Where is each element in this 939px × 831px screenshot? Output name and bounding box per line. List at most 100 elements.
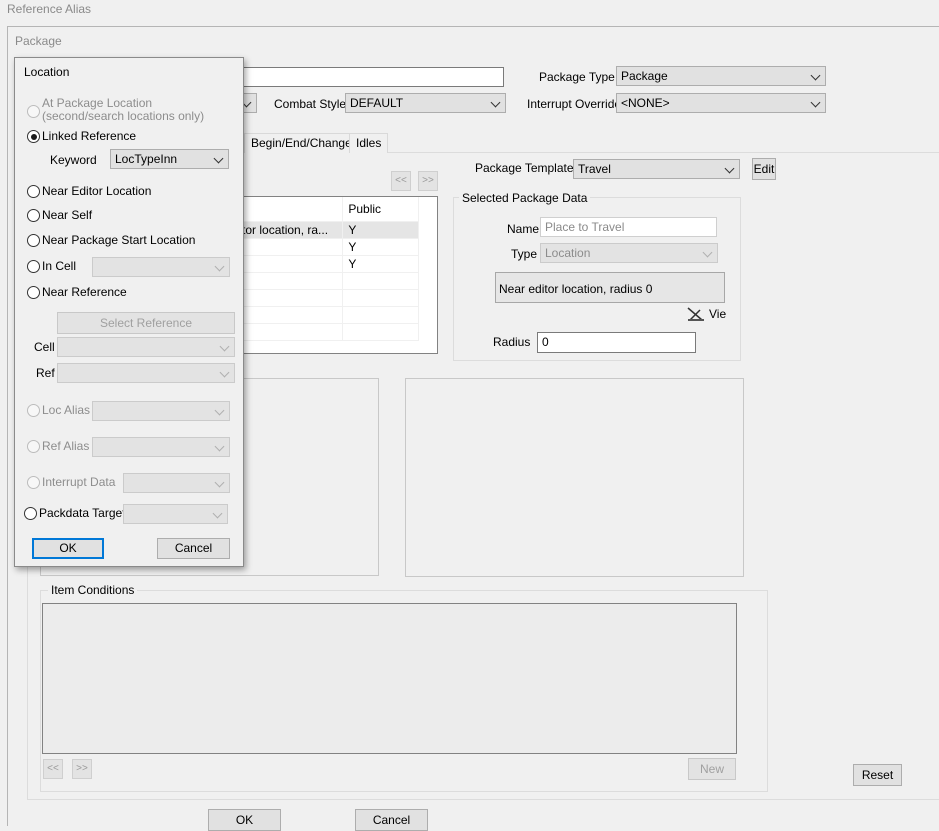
chevron-down-icon [212,508,223,519]
cell-select[interactable] [57,337,235,357]
package-id-field[interactable] [237,67,504,87]
ref-select[interactable] [57,363,235,383]
combat-style-select[interactable]: DEFAULT [345,93,506,113]
prev-data-button[interactable]: << [391,171,411,191]
near-editor-location-label: Near Editor Location [42,184,152,198]
at-package-location-label: At Package Location (second/search locat… [42,97,204,123]
radio-ref-alias[interactable] [27,440,40,453]
next-data-button[interactable]: >> [418,171,438,191]
package-template-select[interactable]: Travel [573,159,740,179]
chevron-down-icon [810,70,821,81]
type-select[interactable]: Location [540,243,718,263]
chevron-down-icon [810,97,821,108]
combat-style-value: DEFAULT [350,96,404,110]
in-cell-select[interactable] [92,257,230,277]
chevron-down-icon [702,247,713,258]
location-summary[interactable]: Near editor location, radius 0 [495,272,725,303]
chevron-down-icon [214,477,225,488]
ref-alias-select[interactable] [92,437,230,457]
chevron-down-icon [490,97,501,108]
keyword-value: LocTypeInn [115,152,178,166]
package-cancel-button[interactable]: Cancel [355,809,428,831]
interrupt-data-label: Interrupt Data [42,475,116,489]
view-button-label: Vie [709,307,727,321]
radio-near-package-start[interactable] [27,234,40,247]
in-cell-label: In Cell [42,259,77,273]
item-conditions-list[interactable] [42,603,737,754]
package-template-label: Package Template [475,161,574,175]
cell-label: Cell [34,340,55,354]
location-dialog: Location At Package Location (second/sea… [14,57,244,567]
package-type-label: Package Type [539,70,615,84]
table-row[interactable]: editor location, ra... Y [221,221,419,239]
near-self-label: Near Self [42,208,93,222]
combat-style-label: Combat Style [274,97,347,111]
table-row [221,306,419,324]
interrupt-override-label: Interrupt Override [527,97,622,111]
radio-near-reference[interactable] [27,286,40,299]
table-row [221,323,419,341]
loc-alias-select[interactable] [92,401,230,421]
table-cell-public: Y [342,238,419,256]
ref-alias-label: Ref Alias [42,439,90,453]
reset-button[interactable]: Reset [853,764,902,786]
dialog-ok-button[interactable]: OK [32,538,104,559]
item-conditions-next-button[interactable]: >> [72,759,92,779]
tab-begin-end-change[interactable]: Begin/End/Change [244,133,359,153]
keyword-label: Keyword [50,153,97,167]
chevron-down-icon [724,163,735,174]
loc-alias-label: Loc Alias [42,403,91,417]
interrupt-override-select[interactable]: <NONE> [616,93,826,113]
chevron-down-icon [213,153,224,164]
interrupt-data-select[interactable] [123,473,230,493]
interrupt-override-value: <NONE> [621,96,670,110]
at-package-location-line2: (second/search locations only) [42,109,205,123]
radio-at-package-location[interactable] [27,105,40,118]
linked-reference-label: Linked Reference [42,129,137,143]
table-row [221,272,419,290]
view-button[interactable]: Vie [686,306,726,322]
radio-in-cell[interactable] [27,260,40,273]
column-header-public[interactable]: Public [342,197,419,222]
select-reference-button[interactable]: Select Reference [57,312,235,334]
radio-packdata-target[interactable] [24,507,37,520]
table-cell-public: Y [342,255,419,273]
reference-alias-title: Reference Alias [7,2,92,16]
dialog-cancel-button[interactable]: Cancel [157,538,230,559]
edit-template-button[interactable]: Edit [752,158,776,180]
table-row [221,289,419,307]
chevron-down-icon [219,341,230,352]
name-field[interactable]: Place to Travel [540,217,717,237]
type-label: Type [511,247,538,261]
name-label: Name [507,222,540,236]
conditions-panel-right [405,378,744,577]
package-data-list[interactable]: e Public editor location, ra... Y Y Y [220,196,438,354]
keyword-select[interactable]: LocTypeInn [110,149,229,169]
new-condition-button[interactable]: New [688,758,736,780]
type-value: Location [545,246,591,260]
radio-loc-alias[interactable] [27,404,40,417]
item-conditions-prev-button[interactable]: << [43,759,63,779]
chevron-down-icon [214,441,225,452]
radius-field[interactable]: 0 [537,332,696,353]
near-package-start-label: Near Package Start Location [42,233,196,247]
location-dialog-title: Location [24,65,70,79]
table-row[interactable]: Y [221,238,419,256]
radio-interrupt-data[interactable] [27,476,40,489]
package-type-value: Package [621,69,668,83]
package-type-select[interactable]: Package [616,66,826,86]
radio-near-editor-location[interactable] [27,185,40,198]
view-icon [687,307,704,321]
packdata-target-select[interactable] [123,504,228,524]
chevron-down-icon [214,261,225,272]
tab-idles[interactable]: Idles [349,133,389,153]
radio-linked-reference[interactable] [27,130,40,143]
table-row[interactable]: Y [221,255,419,273]
item-conditions-title: Item Conditions [48,583,138,597]
radio-near-self[interactable] [27,209,40,222]
radius-label: Radius [493,335,531,349]
packdata-target-label: Packdata Target [39,506,126,520]
package-ok-button[interactable]: OK [208,809,281,831]
near-reference-label: Near Reference [42,285,127,299]
package-template-value: Travel [578,162,611,176]
